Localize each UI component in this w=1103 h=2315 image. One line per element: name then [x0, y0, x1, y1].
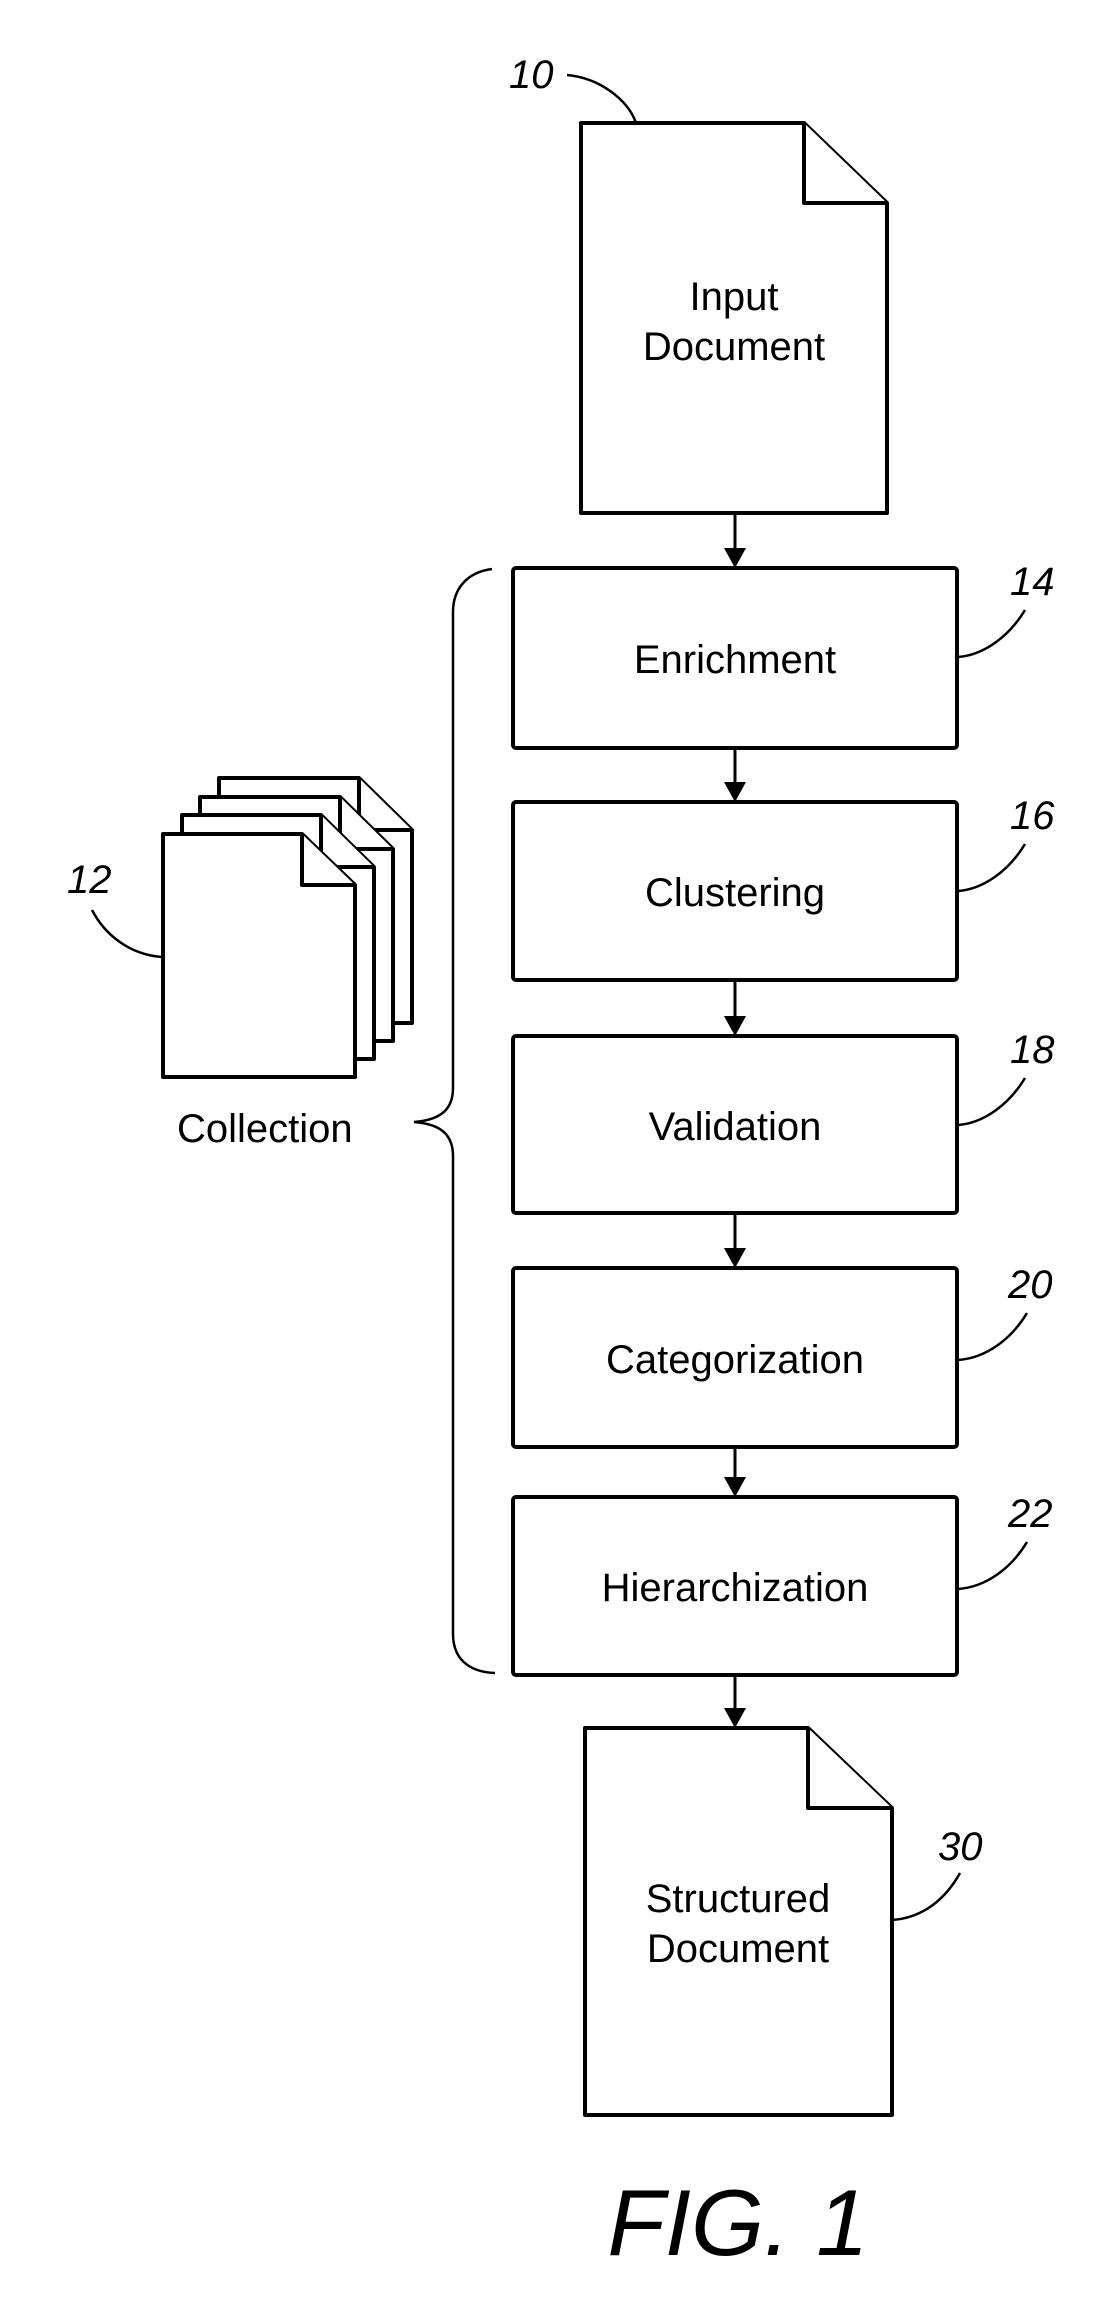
step-label: Categorization: [606, 1338, 864, 1382]
ref-label-10: 10: [509, 53, 554, 97]
leader-line-12: [90, 909, 164, 959]
arrow-categorization-to-hierarchization: [724, 1447, 746, 1497]
step-validation: Validation: [511, 1034, 959, 1215]
leader-line-30: [891, 1872, 962, 1922]
input-document: Input Document: [579, 121, 889, 515]
step-hierarchization: Hierarchization: [511, 1495, 959, 1677]
step-label: Enrichment: [634, 638, 836, 682]
step-label: Clustering: [645, 871, 825, 915]
step-label: Hierarchization: [602, 1566, 869, 1610]
arrow-validation-to-categorization: [724, 1213, 746, 1268]
ref-label-20: 20: [1007, 1263, 1053, 1307]
leader-line-20: [957, 1312, 1029, 1362]
structured-document: Structured Document: [583, 1726, 894, 2117]
leader-line-16: [957, 843, 1027, 893]
collection-sheet: [161, 832, 357, 1079]
arrow-clustering-to-validation: [724, 980, 746, 1036]
step-enrichment: Enrichment: [511, 566, 959, 750]
input-document-line-1: Input: [690, 275, 779, 319]
leader-line-10: [566, 73, 638, 124]
flow-diagram: Input Document 10 Enrichment 14 Clusteri…: [67, 53, 1055, 2275]
input-document-line-2: Document: [643, 325, 825, 369]
leader-line-18: [957, 1077, 1027, 1127]
step-categorization: Categorization: [511, 1266, 959, 1449]
leader-line-22: [957, 1541, 1029, 1591]
step-clustering: Clustering: [511, 800, 959, 982]
ref-label-12: 12: [67, 858, 112, 902]
structured-document-line-2: Document: [647, 1927, 829, 1971]
collection-document-stack: [161, 776, 414, 1079]
arrow-enrichment-to-clustering: [724, 748, 746, 802]
arrow-input-to-enrichment: [724, 513, 746, 568]
ref-label-30: 30: [938, 1825, 983, 1869]
ref-label-18: 18: [1010, 1028, 1055, 1072]
arrow-hierarchization-to-output: [724, 1675, 746, 1728]
curly-brace: [413, 567, 496, 1675]
collection-label: Collection: [177, 1107, 353, 1151]
structured-document-line-1: Structured: [646, 1877, 831, 1921]
leader-line-14: [957, 609, 1027, 659]
step-label: Validation: [649, 1105, 822, 1149]
ref-label-16: 16: [1010, 794, 1055, 838]
ref-label-14: 14: [1010, 560, 1055, 604]
figure-caption: FIG. 1: [607, 2170, 868, 2275]
ref-label-22: 22: [1007, 1492, 1053, 1536]
